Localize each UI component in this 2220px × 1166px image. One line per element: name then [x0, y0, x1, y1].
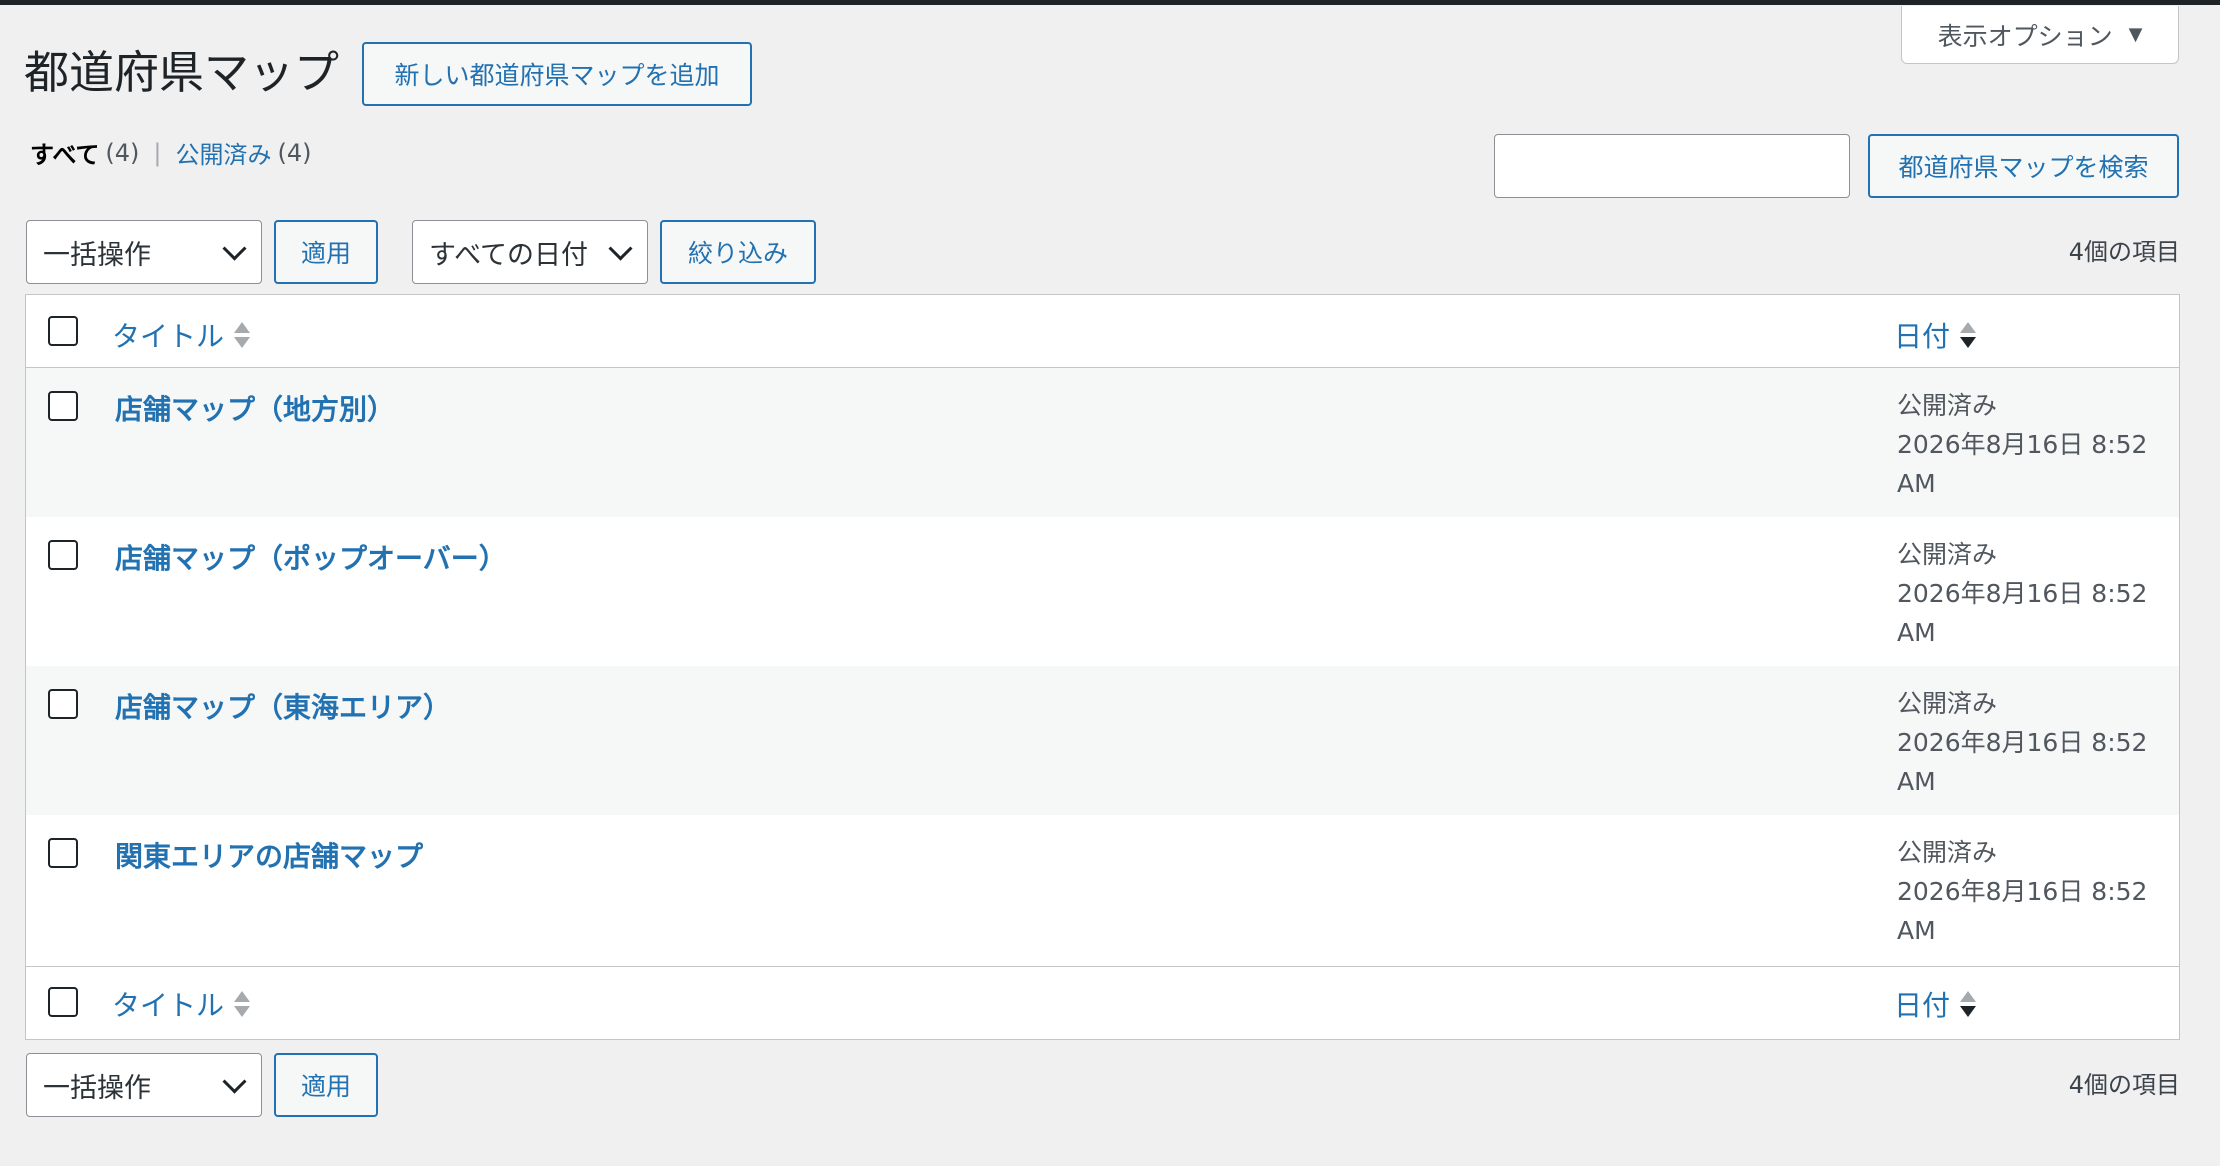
row-date-value: 2026年8月16日 8:52: [1897, 430, 2148, 459]
column-date-sort-footer[interactable]: 日付: [1894, 984, 1977, 1024]
page-title: 都道府県マップ: [24, 46, 340, 99]
date-filter-select[interactable]: すべての日付: [412, 220, 648, 284]
screen-options-label: 表示オプション: [1937, 21, 2113, 51]
row-status: 公開済み: [1897, 391, 1998, 420]
row-date-value: 2026年8月16日 8:52: [1897, 728, 2148, 757]
table-row: 店舗マップ（東海エリア） 公開済み 2026年8月16日 8:52 AM: [26, 666, 2179, 815]
row-date-value: 2026年8月16日 8:52: [1897, 877, 2148, 906]
row-title-link[interactable]: 関東エリアの店舗マップ: [115, 835, 423, 875]
table-header: タイトル 日付: [26, 295, 2179, 368]
items-count-bottom: 4個の項目: [2068, 1071, 2180, 1099]
table-footer: タイトル 日付: [26, 966, 2179, 1039]
row-date: 公開済み 2026年8月16日 8:52 AM: [1897, 535, 2147, 652]
view-published-count: (4): [277, 138, 312, 167]
column-title-sort[interactable]: タイトル: [112, 315, 251, 355]
sort-icon: [1960, 991, 1977, 1017]
view-separator: |: [153, 138, 162, 167]
chevron-down-icon: [222, 236, 247, 261]
chevron-down-icon: [608, 236, 633, 261]
items-count-top: 4個の項目: [2068, 238, 2180, 266]
column-title-label: タイトル: [112, 320, 225, 353]
row-date: 公開済み 2026年8月16日 8:52 AM: [1897, 684, 2147, 801]
sort-icon: [234, 322, 251, 348]
row-checkbox[interactable]: [48, 391, 78, 421]
posts-table: タイトル 日付 店舗マップ（地方別） 公開済み 2026年8月16日 8:52 …: [25, 294, 2180, 1040]
table-row: 店舗マップ（ポップオーバー） 公開済み 2026年8月16日 8:52 AM: [26, 517, 2179, 666]
row-checkbox[interactable]: [48, 838, 78, 868]
row-date-suffix: AM: [1897, 916, 1936, 945]
bulk-action-value: 一括操作: [43, 239, 151, 271]
row-checkbox[interactable]: [48, 540, 78, 570]
column-date-label: 日付: [1894, 320, 1951, 353]
select-all-checkbox[interactable]: [48, 316, 78, 346]
bulk-action-select-top[interactable]: 一括操作: [26, 220, 262, 284]
bulk-action-select-bottom[interactable]: 一括操作: [26, 1053, 262, 1117]
date-filter-value: すべての日付: [429, 239, 589, 271]
view-all-count: (4): [105, 138, 140, 167]
column-title-sort-footer[interactable]: タイトル: [112, 984, 251, 1024]
row-title-link[interactable]: 店舗マップ（地方別）: [115, 388, 395, 428]
triangle-down-icon: ▼: [2128, 24, 2143, 45]
row-date-value: 2026年8月16日 8:52: [1897, 579, 2148, 608]
sort-icon: [1960, 322, 1977, 348]
apply-button-top[interactable]: 適用: [274, 220, 378, 284]
row-status: 公開済み: [1897, 689, 1998, 718]
bulk-action-value: 一括操作: [43, 1072, 151, 1104]
filter-button[interactable]: 絞り込み: [660, 220, 816, 284]
column-date-sort[interactable]: 日付: [1894, 315, 1977, 355]
row-date: 公開済み 2026年8月16日 8:52 AM: [1897, 386, 2147, 503]
column-title-label: タイトル: [112, 989, 225, 1022]
table-row: 店舗マップ（地方別） 公開済み 2026年8月16日 8:52 AM: [26, 368, 2179, 517]
table-row: 関東エリアの店舗マップ 公開済み 2026年8月16日 8:52 AM: [26, 815, 2179, 964]
chevron-down-icon: [222, 1069, 247, 1094]
view-published-link[interactable]: 公開済み: [175, 135, 271, 170]
view-filters: すべて (4) | 公開済み (4): [30, 135, 311, 170]
row-date-suffix: AM: [1897, 767, 1936, 796]
row-checkbox[interactable]: [48, 689, 78, 719]
search-button[interactable]: 都道府県マップを検索: [1868, 134, 2179, 198]
screen-options-button[interactable]: 表示オプション ▼: [1901, 6, 2179, 64]
apply-button-bottom[interactable]: 適用: [274, 1053, 378, 1117]
row-date: 公開済み 2026年8月16日 8:52 AM: [1897, 833, 2147, 950]
row-status: 公開済み: [1897, 540, 1998, 569]
view-all-link[interactable]: すべて: [30, 135, 99, 170]
row-date-suffix: AM: [1897, 469, 1936, 498]
column-date-label: 日付: [1894, 989, 1951, 1022]
row-title-link[interactable]: 店舗マップ（ポップオーバー）: [115, 537, 507, 577]
row-date-suffix: AM: [1897, 618, 1936, 647]
row-title-link[interactable]: 店舗マップ（東海エリア）: [115, 686, 451, 726]
sort-icon: [234, 991, 251, 1017]
row-status: 公開済み: [1897, 838, 1998, 867]
add-new-map-button[interactable]: 新しい都道府県マップを追加: [362, 42, 752, 106]
admin-top-bar: [0, 0, 2220, 5]
select-all-checkbox-footer[interactable]: [48, 987, 78, 1017]
search-input[interactable]: [1494, 134, 1850, 198]
